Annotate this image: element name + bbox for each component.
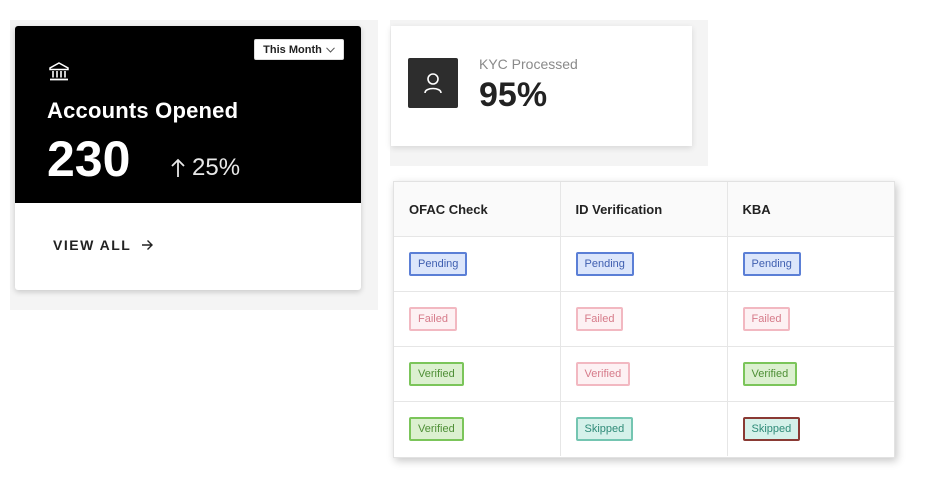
table-row: Verified Verified Verified (394, 346, 894, 402)
period-selector[interactable]: This Month (254, 39, 344, 60)
status-badge[interactable]: Verified (575, 362, 631, 386)
view-all-link[interactable]: VIEW ALL (53, 237, 154, 253)
status-badge[interactable]: Skipped (575, 417, 634, 441)
table-row: Pending Pending Pending (394, 236, 894, 292)
status-badge[interactable]: Pending (575, 252, 634, 276)
user-icon (424, 73, 442, 94)
column-header-ofac: OFAC Check (394, 182, 561, 237)
table-header-row: OFAC Check ID Verification KBA (394, 182, 894, 237)
arrow-up-icon (171, 158, 185, 177)
table-row: Verified Skipped Skipped (394, 401, 894, 456)
status-badge[interactable]: Failed (575, 307, 624, 331)
kyc-processed-value: 95% (479, 76, 548, 114)
column-header-kba: KBA (727, 182, 894, 237)
bank-icon (49, 62, 69, 81)
accounts-opened-card: This Month Accounts Opened 230 25% VIEW … (15, 26, 361, 290)
view-all-label: VIEW ALL (53, 237, 132, 253)
arrow-right-icon (142, 240, 154, 250)
accounts-trend-value: 25% (192, 154, 241, 181)
status-badge[interactable]: Verified (409, 417, 464, 441)
status-badge[interactable]: Failed (409, 307, 457, 331)
table-row: Failed Failed Failed (394, 291, 894, 347)
kyc-processed-card: KYC Processed 95% (391, 26, 692, 146)
verification-status-table: OFAC Check ID Verification KBA Pending P… (393, 181, 895, 458)
status-badge[interactable]: Verified (409, 362, 464, 386)
accounts-card-header: This Month Accounts Opened 230 25% (15, 26, 361, 203)
status-badge[interactable]: Failed (742, 307, 791, 331)
kyc-avatar (408, 58, 458, 108)
status-badge[interactable]: Verified (742, 362, 798, 386)
period-selector-label: This Month (263, 43, 322, 56)
accounts-trend: 25% (170, 154, 240, 182)
status-badge[interactable]: Pending (742, 252, 801, 276)
column-header-id-verification: ID Verification (560, 182, 728, 237)
status-badge[interactable]: Pending (409, 252, 468, 276)
status-badge[interactable]: Skipped (742, 417, 801, 441)
chevron-down-icon (325, 46, 335, 53)
kyc-processed-label: KYC Processed (479, 56, 578, 72)
accounts-opened-title: Accounts Opened (47, 98, 239, 123)
accounts-opened-value: 230 (47, 131, 131, 187)
